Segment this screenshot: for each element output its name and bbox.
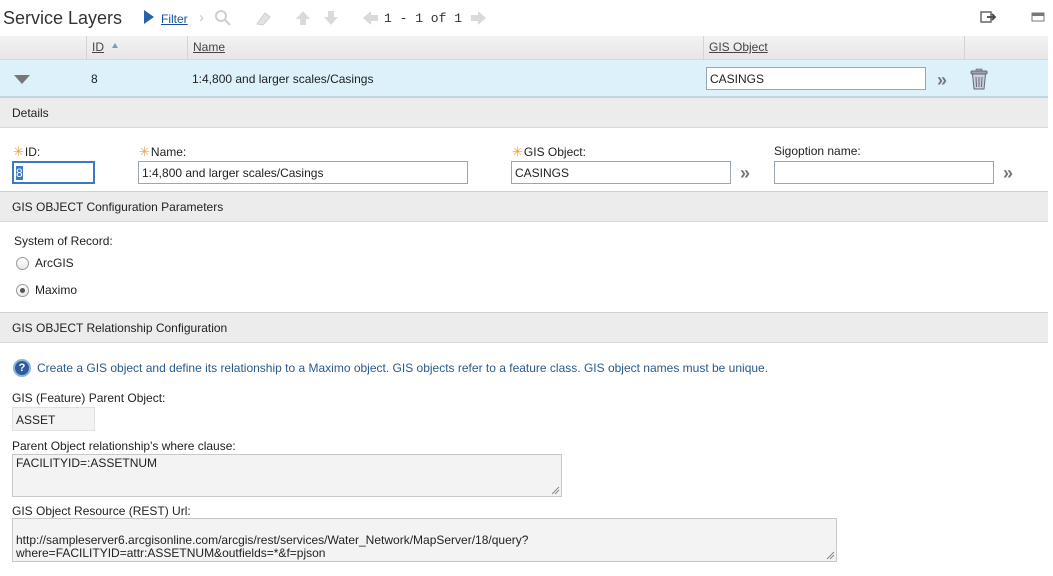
next-page-icon[interactable] (470, 10, 487, 26)
sigoption-lookup-icon[interactable]: » (1003, 164, 1013, 182)
gis-object-label: ✳GIS Object: (512, 144, 586, 159)
id-label: ✳ID: (13, 144, 41, 159)
required-icon: ✳ (13, 144, 24, 159)
column-divider (703, 36, 704, 60)
column-header-gis-object[interactable]: GIS Object (709, 40, 768, 54)
relationship-section-header: GIS OBJECT Relationship Configuration (0, 312, 1048, 343)
column-divider (964, 36, 965, 60)
trash-icon[interactable] (968, 68, 990, 90)
detail-menu-icon[interactable]: » (937, 71, 947, 89)
gis-object-field[interactable]: CASINGS (511, 161, 731, 184)
table-header: ID Name GIS Object (0, 36, 1048, 60)
name-label: ✳Name: (139, 144, 187, 159)
help-text: Create a GIS object and define its relat… (37, 361, 769, 375)
toolbar: Service Layers Filter › 1 - 1 of 1 (0, 0, 1053, 36)
previous-page-icon[interactable] (362, 10, 379, 26)
find-icon[interactable] (214, 9, 231, 26)
arrow-up-icon[interactable] (295, 10, 311, 26)
sort-ascending-icon[interactable] (112, 43, 118, 48)
clear-filter-icon[interactable] (255, 10, 273, 26)
row-gis-object-input[interactable]: CASINGS (706, 67, 926, 90)
name-field[interactable]: 1:4,800 and larger scales/Casings (138, 161, 468, 184)
radio-arcgis-label: ArcGIS (35, 256, 74, 270)
column-header-name[interactable]: Name (193, 40, 225, 54)
column-divider (86, 36, 87, 60)
required-icon: ✳ (139, 144, 150, 159)
collapse-row-icon[interactable] (14, 75, 30, 84)
id-field[interactable]: 8 (12, 161, 95, 184)
resize-grip-icon[interactable] (826, 551, 835, 560)
download-icon[interactable] (980, 10, 996, 24)
chevron-right-icon[interactable]: › (199, 10, 204, 25)
where-clause-text: FACILITYID=:ASSETNUM (16, 456, 158, 470)
parent-object-field: ASSET (12, 407, 95, 431)
table-row[interactable]: 8 1:4,800 and larger scales/Casings CASI… (0, 60, 1048, 97)
filter-toggle-icon[interactable] (144, 10, 154, 24)
rest-url-text: http://sampleserver6.arcgisonline.com/ar… (16, 533, 529, 560)
gis-object-lookup-icon[interactable]: » (740, 164, 750, 182)
details-section-title: Details (12, 106, 49, 120)
rest-url-textarea[interactable]: http://sampleserver6.arcgisonline.com/ar… (12, 518, 837, 562)
relationship-section-title: GIS OBJECT Relationship Configuration (12, 321, 228, 335)
required-icon: ✳ (512, 144, 523, 159)
radio-arcgis[interactable] (16, 257, 29, 270)
sigoption-field[interactable] (774, 161, 994, 184)
column-divider (187, 36, 188, 60)
row-id: 8 (91, 72, 98, 86)
system-of-record-label: System of Record: (14, 234, 113, 248)
minimize-icon[interactable] (1030, 10, 1046, 24)
radio-maximo-label: Maximo (35, 283, 78, 297)
rest-url-label: GIS Object Resource (REST) Url: (12, 504, 191, 518)
config-section-header: GIS OBJECT Configuration Parameters (0, 191, 1048, 222)
radio-maximo[interactable] (16, 284, 29, 297)
parent-object-label: GIS (Feature) Parent Object: (12, 391, 166, 405)
where-clause-textarea[interactable]: FACILITYID=:ASSETNUM (12, 454, 562, 497)
sigoption-label: Sigoption name: (774, 144, 861, 158)
column-header-id[interactable]: ID (92, 40, 104, 54)
row-name: 1:4,800 and larger scales/Casings (192, 72, 374, 86)
resize-grip-icon[interactable] (551, 486, 560, 495)
where-clause-label: Parent Object relationship's where claus… (12, 439, 236, 453)
help-icon[interactable]: ? (13, 359, 31, 377)
arrow-down-icon[interactable] (323, 10, 339, 26)
pager-text: 1 - 1 of 1 (384, 11, 463, 26)
filter-link[interactable]: Filter (161, 12, 188, 26)
page-title: Service Layers (3, 8, 123, 28)
details-section-header: Details (0, 97, 1048, 128)
config-section-title: GIS OBJECT Configuration Parameters (12, 200, 224, 214)
